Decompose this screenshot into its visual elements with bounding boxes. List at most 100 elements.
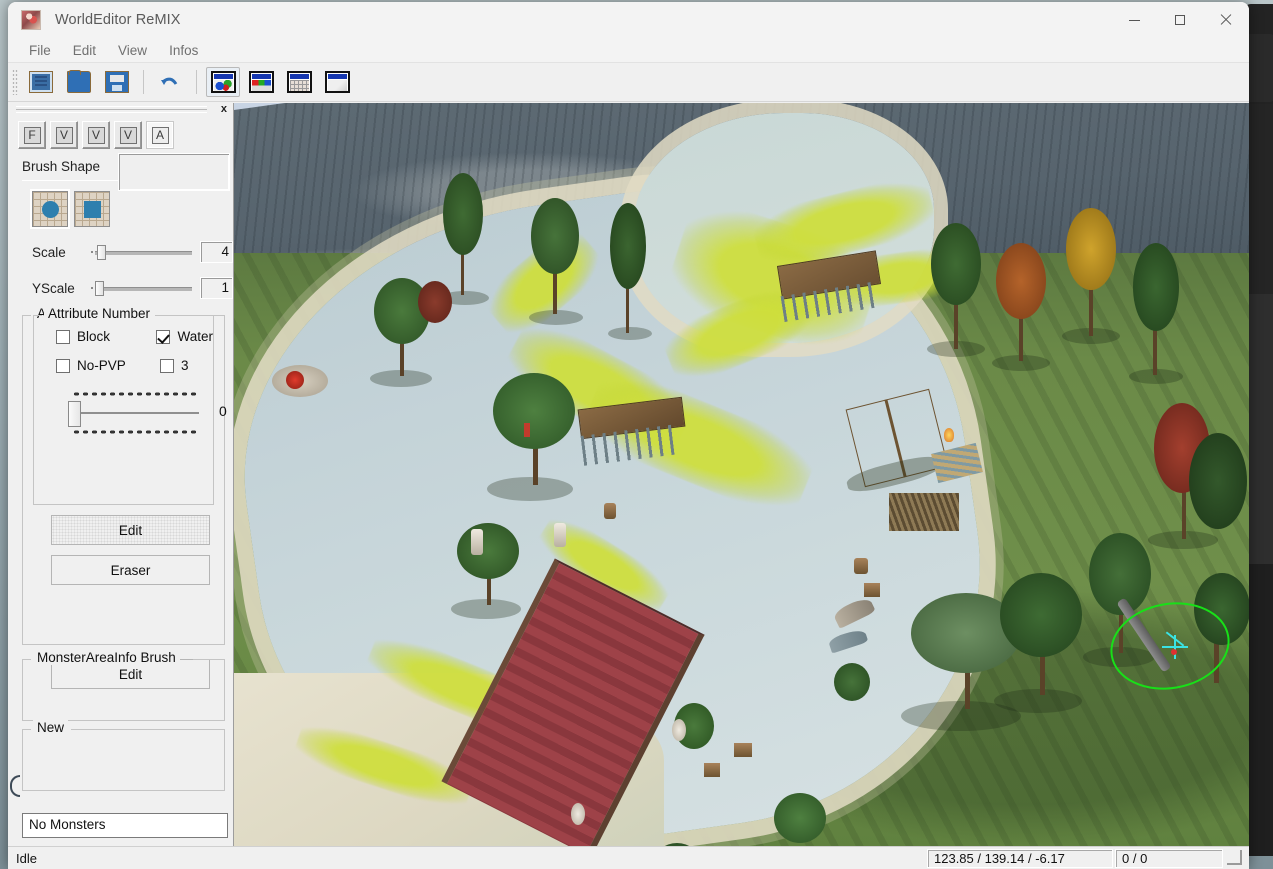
- checkbox-three[interactable]: 3: [160, 358, 189, 373]
- close-button[interactable]: [1203, 2, 1249, 38]
- panel-edge-artifact: [10, 775, 20, 797]
- attribute-eraser-button[interactable]: Eraser: [51, 555, 210, 585]
- yscale-slider-thumb[interactable]: [95, 281, 105, 296]
- attribute-checkbox-row-2: No-PVP 3: [34, 344, 213, 373]
- tab-v3[interactable]: V: [114, 121, 142, 149]
- circle-brush-icon: [42, 201, 59, 218]
- dock-grip[interactable]: [16, 106, 207, 113]
- checkbox-block-label: Block: [77, 329, 111, 344]
- small-flag[interactable]: [524, 423, 530, 437]
- square-brush-shape-button[interactable]: [74, 191, 110, 227]
- boat-2[interactable]: [827, 627, 869, 654]
- boat-1[interactable]: [832, 595, 876, 629]
- crate[interactable]: [734, 743, 752, 757]
- texture-mode-button[interactable]: [244, 67, 278, 97]
- checkbox-water-label: Water: [177, 329, 213, 344]
- structure-objects: [234, 103, 1249, 848]
- 3d-terrain-viewport[interactable]: [234, 103, 1249, 848]
- window-title: WorldEditor ReMIX: [55, 12, 181, 28]
- resize-grip[interactable]: [1225, 848, 1245, 868]
- minimize-button[interactable]: [1111, 2, 1157, 38]
- attribute-number-slider[interactable]: 0: [64, 391, 227, 435]
- attribute-number-group: Attribute Number Block Water No-PVP 3 0: [33, 306, 227, 505]
- lamp-post[interactable]: [571, 803, 585, 825]
- grid-mode-button[interactable]: [282, 67, 316, 97]
- red-marker-object[interactable]: [286, 371, 304, 389]
- brush-tool-panel: x F V V V A Brush Shape Scale 4 YScale 1…: [8, 103, 234, 848]
- grid-mode-icon: [286, 71, 312, 93]
- tab-a[interactable]: A: [146, 121, 174, 149]
- slider-ticks-top: [72, 391, 199, 397]
- menu-infos[interactable]: Infos: [158, 40, 209, 61]
- toolbar-separator-2: [196, 70, 197, 94]
- toolbar-grip[interactable]: [12, 69, 18, 95]
- menu-edit[interactable]: Edit: [62, 40, 107, 61]
- tab-f-label: F: [23, 126, 41, 144]
- scale-label: Scale: [32, 244, 66, 260]
- open-folder-icon: [67, 70, 91, 93]
- barrel[interactable]: [604, 503, 616, 519]
- menu-view[interactable]: View: [107, 40, 158, 61]
- menu-file[interactable]: File: [18, 40, 62, 61]
- yscale-value[interactable]: 1: [200, 277, 233, 299]
- attribute-number-slider-thumb[interactable]: [68, 401, 81, 427]
- checkbox-water[interactable]: Water: [156, 329, 213, 344]
- crates-group[interactable]: [889, 493, 959, 531]
- yscale-slider[interactable]: [91, 279, 193, 297]
- dock-header: x: [8, 103, 233, 117]
- new-label: New: [33, 720, 69, 735]
- maximize-button[interactable]: [1157, 2, 1203, 38]
- dock-close-icon[interactable]: x: [221, 103, 227, 115]
- checkbox-nopvp[interactable]: No-PVP: [56, 358, 160, 373]
- tab-v3-label: V: [119, 126, 137, 144]
- new-monster-group: New: [22, 720, 225, 791]
- tab-v2[interactable]: V: [82, 121, 110, 149]
- tab-v1[interactable]: V: [50, 121, 78, 149]
- attribute-number-label: Attribute Number: [44, 306, 155, 321]
- checkbox-water-box[interactable]: [156, 329, 171, 344]
- save-button[interactable]: [100, 67, 134, 97]
- paint-mode-button[interactable]: [320, 67, 354, 97]
- title-bar[interactable]: WorldEditor ReMIX: [8, 2, 1249, 38]
- selection-readout: 0 / 0: [1115, 848, 1223, 868]
- translate-gizmo[interactable]: [1162, 631, 1188, 659]
- checkbox-three-box[interactable]: [160, 358, 174, 373]
- paint-mode-icon: [324, 71, 350, 93]
- menu-bar: File Edit View Infos: [8, 38, 1249, 63]
- open-folder-button[interactable]: [62, 67, 96, 97]
- checkbox-block-box[interactable]: [56, 329, 70, 344]
- monsterareainfo-label: MonsterAreaInfo Brush: [33, 650, 180, 665]
- slider-rail: [76, 412, 199, 414]
- undo-button[interactable]: [153, 67, 187, 97]
- worldeditor-window: WorldEditor ReMIX File Edit View Infos x…: [8, 2, 1249, 869]
- barrel[interactable]: [854, 558, 868, 574]
- new-document-button[interactable]: [24, 67, 58, 97]
- yscale-label: YScale: [32, 280, 75, 296]
- lamp-post[interactable]: [672, 719, 686, 741]
- circle-brush-shape-button[interactable]: [30, 189, 70, 229]
- scale-value[interactable]: 4: [200, 241, 233, 263]
- lamp-post[interactable]: [471, 529, 483, 555]
- campfire[interactable]: [944, 428, 954, 442]
- objects-mode-button[interactable]: [206, 67, 240, 97]
- slider-ticks-bottom: [72, 429, 199, 435]
- scale-slider-thumb[interactable]: [97, 245, 107, 260]
- attribute-edit-button[interactable]: Edit: [51, 515, 210, 545]
- tab-a-label: A: [151, 126, 169, 144]
- status-message: Idle: [16, 850, 37, 866]
- tab-v1-label: V: [55, 126, 73, 144]
- crate[interactable]: [704, 763, 720, 777]
- checkbox-nopvp-label: No-PVP: [77, 358, 126, 373]
- app-avatar-icon: [21, 10, 41, 30]
- tab-f[interactable]: F: [18, 121, 46, 149]
- coordinates-readout: 123.85 / 139.14 / -6.17: [927, 848, 1113, 868]
- scale-slider[interactable]: [91, 243, 193, 261]
- checkbox-nopvp-box[interactable]: [56, 358, 70, 373]
- tab-v2-label: V: [87, 126, 105, 144]
- monster-select-combo[interactable]: No Monsters: [22, 813, 228, 838]
- crate[interactable]: [864, 583, 880, 597]
- lamp-post[interactable]: [554, 523, 566, 547]
- brush-shape-preview: [118, 153, 230, 191]
- checkbox-block[interactable]: Block: [56, 329, 156, 344]
- square-brush-icon: [84, 201, 101, 218]
